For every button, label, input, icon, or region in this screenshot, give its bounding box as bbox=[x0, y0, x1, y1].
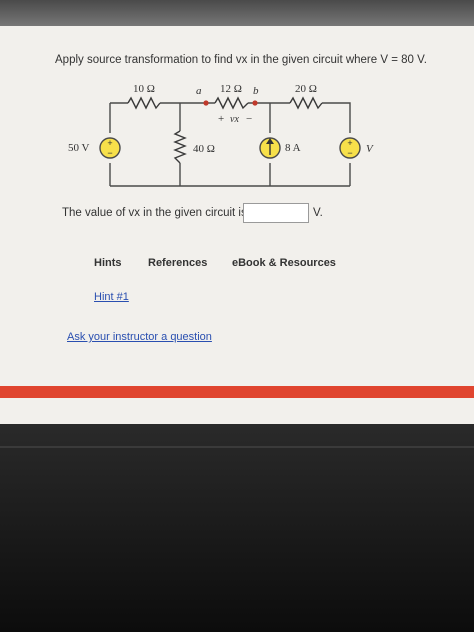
label-r2: 12 Ω bbox=[220, 83, 242, 95]
label-vx-plus: + bbox=[218, 113, 224, 125]
resistor-10ohm bbox=[127, 96, 161, 110]
label-r4: 40 Ω bbox=[193, 143, 215, 155]
tab-references[interactable]: References bbox=[148, 257, 207, 269]
label-source-50v: 50 V bbox=[68, 142, 90, 154]
tab-ebook-resources[interactable]: eBook & Resources bbox=[232, 257, 336, 269]
label-vx: vx bbox=[230, 114, 239, 125]
problem-statement: Apply source transformation to find vx i… bbox=[55, 54, 427, 66]
svg-text:−: − bbox=[107, 148, 112, 158]
svg-text:−: − bbox=[347, 148, 352, 158]
label-vx-minus: − bbox=[246, 113, 252, 125]
resistor-40ohm bbox=[173, 130, 187, 164]
label-r1: 10 Ω bbox=[133, 83, 155, 95]
accent-bar bbox=[0, 386, 474, 398]
answer-unit: V. bbox=[313, 207, 323, 219]
svg-text:+: + bbox=[347, 138, 352, 148]
label-r3: 20 Ω bbox=[295, 83, 317, 95]
bezel-divider bbox=[0, 446, 474, 448]
monitor-bezel-top bbox=[0, 0, 474, 28]
label-source-8a: 8 A bbox=[285, 142, 301, 154]
node-b-dot bbox=[252, 100, 258, 106]
label-source-v: V bbox=[366, 143, 374, 155]
node-a-dot bbox=[203, 100, 209, 106]
label-node-a: a bbox=[196, 85, 202, 97]
hint-1-link[interactable]: Hint #1 bbox=[94, 291, 129, 303]
screen: Apply source transformation to find vx i… bbox=[0, 0, 474, 632]
tab-hints[interactable]: Hints bbox=[94, 257, 122, 269]
label-node-b: b bbox=[253, 85, 259, 97]
monitor-bezel-bottom bbox=[0, 424, 474, 632]
resistor-12ohm bbox=[214, 96, 249, 110]
answer-prompt: The value of vx in the given circuit is bbox=[62, 207, 247, 219]
svg-text:+: + bbox=[107, 138, 112, 148]
circuit-diagram: + − + − 10 Ω 12 Ω 20 Ω 40 Ω a b + vx − 5… bbox=[68, 83, 374, 187]
answer-input[interactable] bbox=[243, 203, 309, 223]
ask-instructor-link[interactable]: Ask your instructor a question bbox=[67, 331, 212, 343]
resistor-20ohm bbox=[289, 96, 323, 110]
